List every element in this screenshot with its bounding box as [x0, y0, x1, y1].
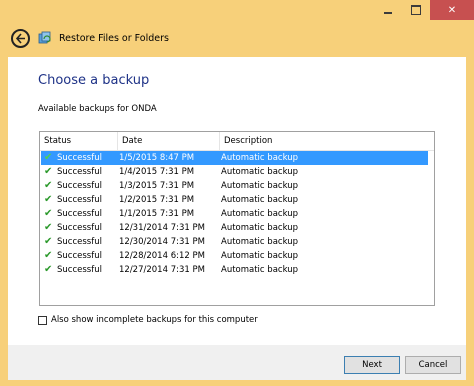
row-description: Automatic backup [221, 181, 299, 191]
row-status: Successful [57, 237, 102, 247]
column-header-date[interactable]: Date [117, 132, 219, 150]
row-description: Automatic backup [221, 237, 299, 247]
row-status: Successful [57, 265, 102, 275]
row-status: Successful [57, 251, 102, 261]
maximize-button[interactable] [402, 0, 430, 20]
row-date: 12/27/2014 7:31 PM [119, 265, 205, 275]
row-description: Automatic backup [221, 209, 299, 219]
row-description: Automatic backup [221, 223, 299, 233]
backup-row[interactable]: ✔ Successful 12/27/2014 7:31 PM Automatic… [41, 263, 428, 277]
success-check-icon: ✔ [44, 194, 53, 205]
back-button[interactable] [11, 29, 30, 48]
backup-row[interactable]: ✔ Successful 1/1/2015 7:31 PM Automatic b… [41, 207, 428, 221]
content-area: Choose a backup Available backups for ON… [8, 57, 466, 345]
backup-list[interactable]: Status Date Description ✔ Successful 1/5/… [39, 131, 435, 306]
row-date: 1/2/2015 7:31 PM [119, 195, 195, 205]
column-header-status[interactable]: Status [40, 132, 117, 150]
row-status: Successful [57, 181, 102, 191]
window-title: Restore Files or Folders [59, 33, 169, 44]
backup-row[interactable]: ✔ Successful 12/28/2014 6:12 PM Automatic… [41, 249, 428, 263]
row-description: Automatic backup [221, 265, 299, 275]
available-backups-label: Available backups for ONDA [38, 104, 157, 114]
success-check-icon: ✔ [44, 180, 53, 191]
minimize-icon [383, 12, 392, 14]
show-incomplete-option[interactable]: Also show incomplete backups for this co… [38, 315, 258, 325]
backup-row[interactable]: ✔ Successful 1/4/2015 7:31 PM Automatic b… [41, 165, 428, 179]
row-date: 1/4/2015 7:31 PM [119, 167, 195, 177]
success-check-icon: ✔ [44, 166, 53, 177]
close-button[interactable]: ✕ [430, 0, 474, 20]
show-incomplete-label[interactable]: Also show incomplete backups for this co… [51, 315, 258, 325]
success-check-icon: ✔ [44, 236, 53, 247]
row-description: Automatic backup [221, 167, 299, 177]
close-icon: ✕ [447, 4, 457, 16]
column-header-description[interactable]: Description [219, 132, 434, 150]
row-status: Successful [57, 153, 102, 163]
maximize-icon [411, 5, 421, 15]
backup-row[interactable]: ✔ Successful 1/5/2015 8:47 PM Automatic b… [41, 151, 428, 165]
cancel-button[interactable]: Cancel [405, 356, 461, 374]
minimize-button[interactable] [373, 0, 402, 20]
row-date: 1/3/2015 7:31 PM [119, 181, 195, 191]
row-date: 12/28/2014 6:12 PM [119, 251, 205, 261]
row-date: 1/5/2015 8:47 PM [119, 153, 195, 163]
restore-window: ✕ Restore Files or Folders Choose a back… [0, 0, 474, 386]
row-date: 12/30/2014 7:31 PM [119, 237, 205, 247]
row-date: 12/31/2014 7:31 PM [119, 223, 205, 233]
success-check-icon: ✔ [44, 264, 53, 275]
backup-row[interactable]: ✔ Successful 1/2/2015 7:31 PM Automatic b… [41, 193, 428, 207]
row-date: 1/1/2015 7:31 PM [119, 209, 195, 219]
success-check-icon: ✔ [44, 222, 53, 233]
row-status: Successful [57, 209, 102, 219]
row-description: Automatic backup [221, 251, 299, 261]
page-heading: Choose a backup [38, 73, 150, 88]
backup-row[interactable]: ✔ Successful 1/3/2015 7:31 PM Automatic b… [41, 179, 428, 193]
row-status: Successful [57, 223, 102, 233]
backup-row[interactable]: ✔ Successful 12/31/2014 7:31 PM Automatic… [41, 221, 428, 235]
next-button[interactable]: Next [344, 356, 400, 374]
row-status: Successful [57, 167, 102, 177]
backup-row[interactable]: ✔ Successful 12/30/2014 7:31 PM Automatic… [41, 235, 428, 249]
success-check-icon: ✔ [44, 208, 53, 219]
row-description: Automatic backup [221, 195, 299, 205]
show-incomplete-checkbox[interactable] [38, 315, 47, 325]
row-description: Automatic backup [221, 153, 299, 163]
row-status: Successful [57, 195, 102, 205]
restore-files-icon [38, 31, 51, 44]
list-header: Status Date Description [40, 132, 434, 151]
dialog-footer: Next Cancel [8, 345, 466, 380]
back-arrow-icon [15, 33, 25, 44]
success-check-icon: ✔ [44, 152, 53, 163]
success-check-icon: ✔ [44, 250, 53, 261]
